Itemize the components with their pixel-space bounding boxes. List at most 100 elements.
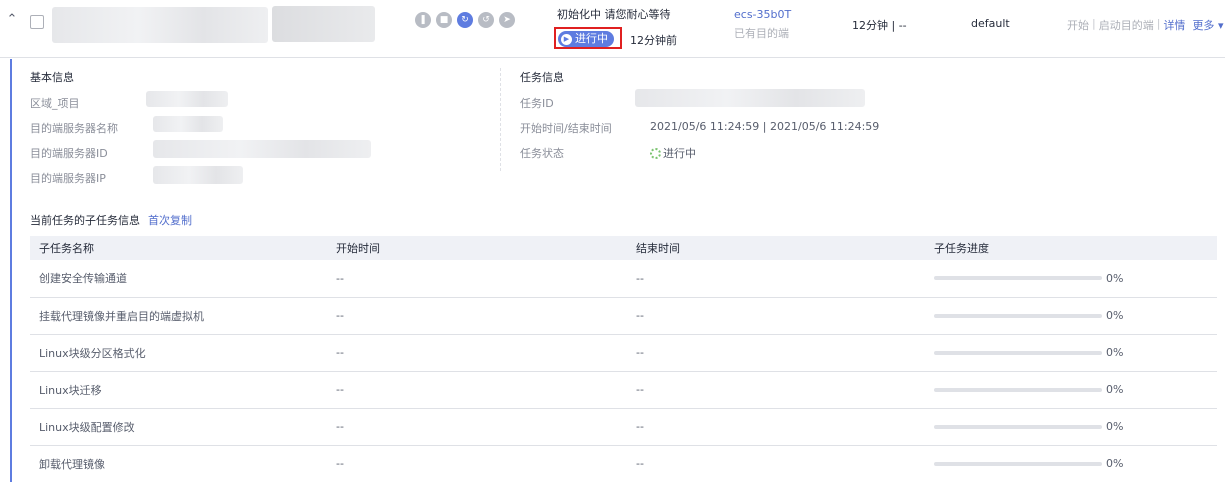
- more-menu[interactable]: 更多 ▾: [1192, 17, 1223, 33]
- table-row: 挂载代理镜像并重启目的端虚拟机 -- -- 0%: [30, 297, 1217, 335]
- table-row: Linux块级分区格式化 -- -- 0%: [30, 334, 1217, 372]
- progress-text: 0%: [1106, 271, 1124, 285]
- progress-bar: [934, 424, 1102, 429]
- progress-text: 0%: [1106, 420, 1124, 433]
- table-row: Linux块迁移 -- -- 0%: [30, 371, 1217, 409]
- subtask-section-title: 当前任务的子任务信息 首次复制: [30, 212, 192, 228]
- task-id-label: 任务ID: [520, 97, 554, 110]
- subtask-name: 创建安全传输通道: [30, 260, 327, 298]
- task-time-value: 2021/05/6 11:24:59 | 2021/05/6 11:24:59: [650, 120, 880, 133]
- task-status-value: 进行中: [650, 145, 696, 161]
- action-separator: |: [1092, 17, 1096, 30]
- target-id-label: 目的端服务器ID: [30, 147, 108, 160]
- task-status-label: 任务状态: [520, 147, 564, 160]
- restart-icon[interactable]: ↺: [478, 12, 494, 28]
- subtask-end: --: [627, 260, 925, 298]
- target-ip-label: 目的端服务器IP: [30, 172, 106, 185]
- status-tag: ▶ 进行中: [558, 31, 614, 47]
- subtask-start: --: [327, 371, 627, 409]
- table-row: 创建安全传输通道 -- -- 0%: [30, 260, 1217, 298]
- sync-icon[interactable]: ↻: [457, 12, 473, 28]
- progress-text: 0%: [1106, 309, 1124, 322]
- subtask-name: Linux块级配置修改: [30, 408, 327, 446]
- status-icon-group: ❚ ■ ↻ ↺ ➤: [415, 12, 515, 28]
- subtask-name: Linux块级分区格式化: [30, 334, 327, 372]
- subtask-end: --: [627, 297, 925, 335]
- progress-bar: [934, 350, 1102, 355]
- first-copy-link[interactable]: 首次复制: [148, 214, 192, 227]
- caret-down-icon: ▾: [1217, 19, 1224, 32]
- subtask-name: 卸载代理镜像: [39, 457, 105, 471]
- progress-bar: [934, 461, 1102, 466]
- enterprise-project: default: [971, 17, 1010, 30]
- source-server-ip-redacted: [272, 6, 375, 42]
- table-row: Linux块级配置修改 -- -- 0%: [30, 408, 1217, 446]
- subtask-progress: 0%: [925, 297, 1217, 335]
- task-status-text: 进行中: [663, 147, 696, 160]
- launch-icon[interactable]: ➤: [499, 12, 515, 28]
- expanded-indicator: [10, 59, 12, 482]
- subtask-title: 当前任务的子任务信息: [30, 214, 140, 227]
- subtask-table: 子任务名称 开始时间 结束时间 子任务进度 创建安全传输通道 -- -- 0% …: [30, 236, 1217, 482]
- col-header-name: 子任务名称: [30, 236, 327, 260]
- subtask-progress: 0%: [925, 334, 1217, 372]
- target-ip-value-redacted: [153, 166, 243, 184]
- more-label: 更多: [1192, 19, 1215, 32]
- subtask-start: --: [327, 297, 627, 335]
- subtask-end: --: [627, 371, 925, 409]
- subtask-name: Linux块迁移: [30, 371, 327, 409]
- basic-info-title: 基本信息: [30, 71, 74, 84]
- task-id-value-redacted: [635, 89, 865, 107]
- target-server-sub: 已有目的端: [734, 27, 789, 40]
- subtask-end: --: [627, 408, 925, 446]
- subtask-progress: 0%: [925, 260, 1217, 298]
- action-separator: |: [1156, 17, 1161, 30]
- progress-text: 0%: [1106, 346, 1124, 359]
- table-header-row: 子任务名称 开始时间 结束时间 子任务进度: [30, 236, 1217, 260]
- subtask-end: --: [636, 457, 644, 471]
- duration: 12分钟 | --: [852, 19, 907, 32]
- progress-bar: [934, 276, 1102, 281]
- subtask-start: --: [327, 260, 627, 298]
- pause-icon[interactable]: ❚: [415, 12, 431, 28]
- status-tag-label: 进行中: [575, 32, 608, 45]
- subtask-progress: 0%: [925, 408, 1217, 446]
- start-action[interactable]: 开始: [1067, 17, 1089, 33]
- row-checkbox[interactable]: [30, 15, 44, 29]
- region-project-label: 区域_项目: [30, 97, 80, 110]
- subtask-progress: 0%: [925, 445, 1217, 482]
- region-project-value-redacted: [146, 91, 228, 107]
- subtask-progress: 0%: [925, 371, 1217, 409]
- task-time-label: 开始时间/结束时间: [520, 122, 612, 135]
- task-info-title: 任务信息: [520, 71, 564, 84]
- table-row: 卸载代理镜像 -- -- 0%: [30, 445, 1217, 482]
- subtask-end: --: [627, 334, 925, 372]
- progress-bar: [934, 313, 1102, 318]
- progress-bar: [934, 387, 1102, 392]
- col-header-start: 开始时间: [327, 236, 627, 260]
- target-id-value-redacted: [153, 140, 371, 158]
- progress-text: 0%: [1106, 457, 1124, 471]
- target-name-label: 目的端服务器名称: [30, 122, 118, 135]
- progress-hint: 初始化中 请您耐心等待: [557, 8, 671, 21]
- elapsed-time: 12分钟前: [630, 34, 677, 47]
- subtask-start: --: [327, 334, 627, 372]
- col-header-end: 结束时间: [627, 236, 925, 260]
- row-actions: 开始 | 启动目的端 | 详情 更多 ▾: [1067, 17, 1223, 33]
- detail-link[interactable]: 详情: [1163, 17, 1185, 33]
- task-row: ⌃ ❚ ■ ↻ ↺ ➤ 初始化中 请您耐心等待 ▶ 进行中 12分钟前 ecs-…: [0, 0, 1225, 58]
- col-header-progress: 子任务进度: [925, 236, 1217, 260]
- collapse-icon[interactable]: ⌃: [4, 12, 20, 28]
- subtask-name: 挂载代理镜像并重启目的端虚拟机: [30, 297, 327, 335]
- target-name-value-redacted: [153, 116, 223, 132]
- loading-spinner-icon: [650, 148, 661, 159]
- target-server-link[interactable]: ecs-35b0T: [734, 8, 791, 21]
- progress-text: 0%: [1106, 383, 1124, 396]
- subtask-start: --: [336, 457, 344, 471]
- stop-icon[interactable]: ■: [436, 12, 452, 28]
- subtask-start: --: [327, 408, 627, 446]
- launch-target-action[interactable]: 启动目的端: [1099, 17, 1154, 33]
- info-divider: [500, 68, 501, 171]
- play-icon: ▶: [561, 33, 572, 45]
- source-server-name-redacted: [52, 7, 268, 43]
